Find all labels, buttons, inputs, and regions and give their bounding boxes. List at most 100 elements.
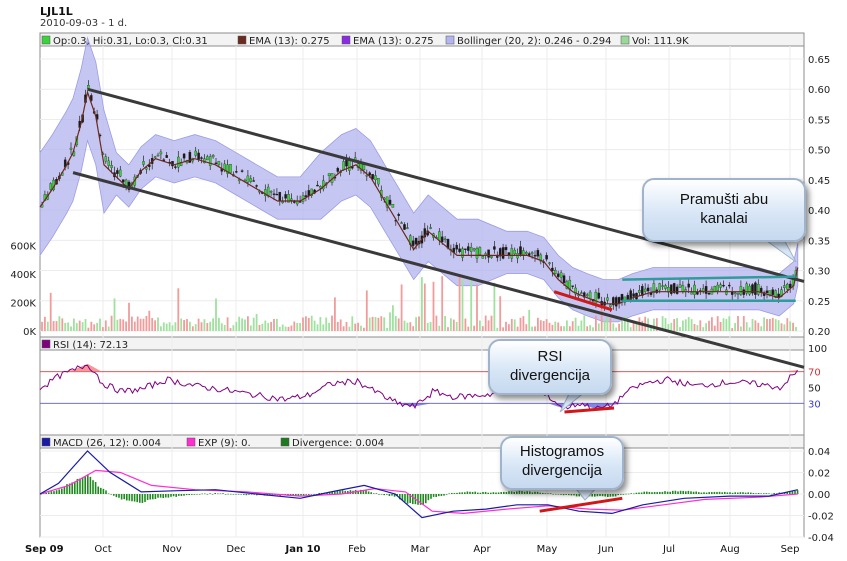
macd-histogram-bar — [643, 491, 645, 494]
candle-body — [693, 284, 696, 295]
macd-histogram-bar — [490, 492, 492, 494]
candle-body — [49, 183, 52, 190]
macd-histogram-bar — [521, 491, 523, 494]
volume-bar — [389, 312, 391, 331]
x-tick-label: May — [537, 544, 558, 555]
volume-bar — [168, 322, 171, 331]
volume-bar — [270, 321, 272, 331]
candle-body — [440, 236, 444, 243]
candle-body — [269, 191, 273, 193]
volume-bar — [542, 320, 545, 331]
macd-histogram-bar — [674, 490, 677, 494]
candle-body — [414, 237, 418, 245]
volume-bar — [371, 316, 374, 331]
chart-subtitle: 2010-09-03 - 1 d. — [40, 18, 127, 29]
macd-histogram-bar — [656, 492, 658, 494]
chart-root: LJL1L 2010-09-03 - 1 d. Sep 09 Oct Nov Dec Jan… — [0, 0, 847, 561]
volume-bar — [528, 309, 531, 331]
volume-bar — [476, 284, 478, 331]
volume-bar — [458, 275, 461, 331]
macd-histogram-bar — [375, 493, 378, 494]
candle-body — [513, 249, 516, 255]
legend-swatch — [41, 437, 51, 447]
legend-swatch — [186, 437, 196, 447]
macd-histogram-bar — [726, 492, 729, 494]
volume-bar — [307, 317, 310, 331]
macd-histogram-bar — [692, 491, 695, 494]
volume-bar — [629, 327, 632, 331]
volume-bar — [774, 319, 777, 331]
macd-histogram-bar — [721, 492, 723, 494]
candle-body — [614, 297, 618, 307]
volume-bar — [432, 281, 435, 331]
macd-histogram-bar — [378, 494, 380, 495]
volume-bar — [131, 316, 133, 331]
candle-body — [145, 167, 148, 170]
candle-body — [406, 227, 409, 229]
macd-histogram-bar — [422, 494, 424, 505]
macd-histogram-bar — [55, 490, 58, 494]
volume-bar — [293, 321, 296, 331]
macd-histogram-bar — [669, 491, 671, 494]
macd-histogram-bar — [84, 476, 86, 494]
candle-body — [107, 160, 110, 166]
volume-bar — [516, 326, 519, 331]
macd-histogram-bar — [383, 494, 385, 496]
macd-histogram-bar — [162, 494, 164, 499]
candle-body — [246, 175, 250, 183]
volume-bar — [87, 327, 90, 331]
volume-bar — [310, 315, 313, 331]
macd-histogram-bar — [591, 494, 593, 497]
symbol-title: LJL1L — [40, 5, 73, 18]
macd-tick-label: -0.04 — [808, 533, 834, 544]
volume-bar — [452, 319, 455, 331]
volume-bar — [189, 321, 191, 331]
candle-body — [194, 150, 197, 156]
volume-bar — [218, 317, 220, 331]
macd-histogram-bar — [617, 494, 619, 496]
macd-histogram-bar — [404, 494, 406, 502]
volume-bar — [186, 319, 188, 331]
macd-histogram-bar — [549, 493, 552, 494]
volume-bar — [525, 324, 528, 331]
macd-histogram-bar — [141, 494, 144, 503]
macd-histogram-bar — [432, 494, 435, 497]
candle-body — [571, 285, 574, 287]
candle-body — [255, 185, 258, 187]
volume-bar — [766, 319, 768, 331]
volume-bar — [70, 326, 72, 331]
macd-histogram-bar — [713, 491, 716, 494]
macd-histogram-bar — [243, 494, 245, 495]
macd-histogram-bar — [698, 492, 700, 494]
rsi-tick-label: 100 — [808, 344, 827, 355]
volume-bar — [719, 321, 722, 331]
macd-histogram-bar — [451, 492, 453, 494]
candle-body — [748, 285, 751, 295]
volume-bar — [537, 317, 539, 331]
volume-bar — [374, 317, 377, 331]
macd-histogram-bar — [612, 494, 614, 497]
volume-bar — [467, 326, 470, 331]
x-tick-label: Jan 10 — [285, 544, 321, 555]
volume-bar — [612, 323, 615, 331]
volume-bar — [406, 322, 409, 331]
volume-bar — [360, 325, 362, 331]
macd-histogram-bar — [248, 494, 250, 495]
rsi-callout-line2: divergencija — [509, 367, 591, 384]
candle-body — [496, 255, 499, 258]
volume-bar — [61, 318, 64, 331]
candle-body — [632, 293, 635, 297]
macd-histogram-bar — [110, 494, 112, 495]
candle-body — [336, 168, 340, 172]
volume-bar — [394, 316, 397, 331]
macd-histogram-bar — [633, 493, 635, 495]
volume-bar — [397, 318, 400, 331]
volume-bar — [745, 322, 748, 331]
volume-bar — [780, 323, 783, 331]
volume-bar — [731, 328, 734, 331]
volume-bar — [473, 325, 475, 331]
macd-histogram-bar — [300, 494, 302, 496]
candle-body — [365, 175, 369, 177]
volume-bar — [597, 323, 600, 331]
volume-bar — [757, 322, 760, 331]
